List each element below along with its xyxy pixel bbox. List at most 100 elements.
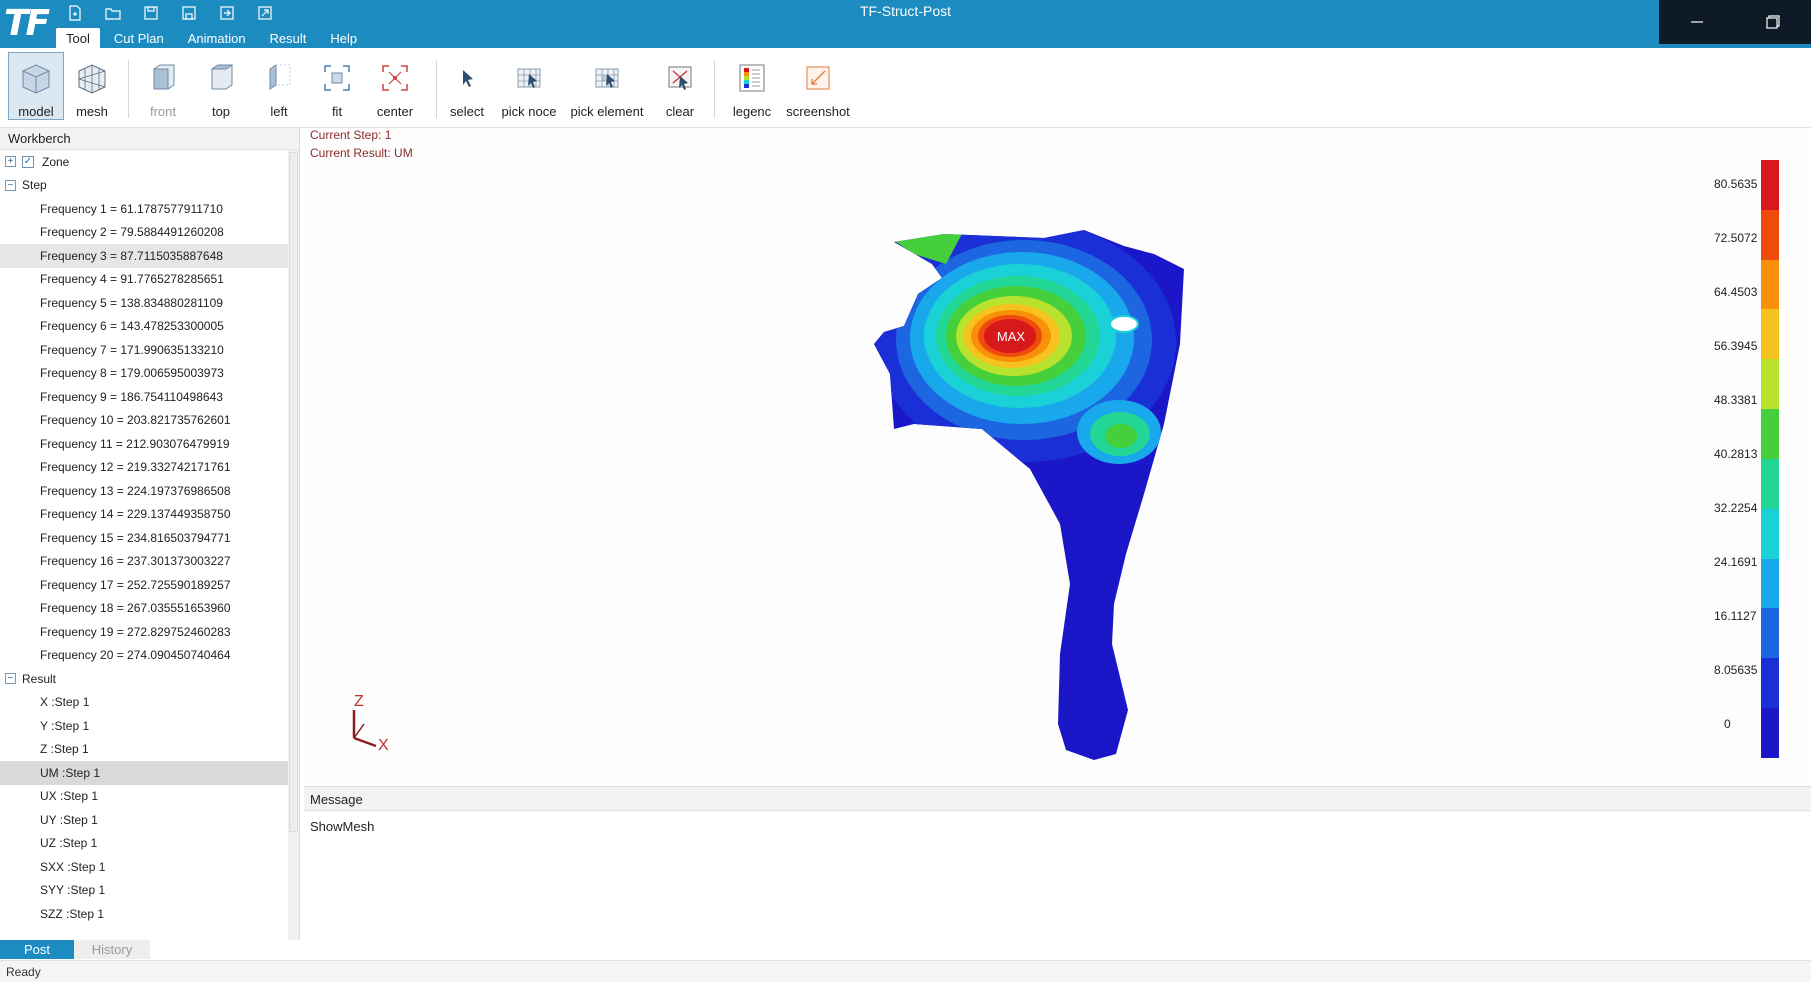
current-result-label: Current Result: UM (310, 146, 413, 160)
fender-contour-model[interactable]: MAX (854, 224, 1274, 764)
tab-result[interactable]: Result (260, 28, 317, 48)
window-title: TF-Struct-Post (859, 3, 951, 19)
workbench-tree: + ✓ Zone − Step Frequency 1 = 61.1787577… (0, 150, 288, 940)
frequency-item[interactable]: Frequency 18 = 267.035551653960 (0, 597, 288, 621)
result-item[interactable]: UY :Step 1 (0, 808, 288, 832)
legend-color-segment (1761, 359, 1779, 410)
result-item[interactable]: SZZ :Step 1 (0, 902, 288, 926)
result-item[interactable]: X :Step 1 (0, 691, 288, 715)
current-step-label: Current Step: 1 (310, 128, 392, 142)
frequency-item[interactable]: Frequency 15 = 234.816503794771 (0, 526, 288, 550)
cursor-arrow-icon (447, 58, 487, 98)
legend-color-segment (1761, 458, 1779, 509)
frequency-item[interactable]: Frequency 9 = 186.754110498643 (0, 385, 288, 409)
window-controls (1659, 0, 1811, 44)
status-bar: Ready (0, 960, 1811, 982)
result-item[interactable]: SYY :Step 1 (0, 879, 288, 903)
message-panel: Message ShowMesh (304, 786, 1811, 940)
separator (714, 60, 715, 118)
frequency-item[interactable]: Frequency 12 = 219.332742171761 (0, 456, 288, 480)
frequency-item[interactable]: Frequency 1 = 61.1787577911710 (0, 197, 288, 221)
fit-icon (317, 58, 357, 98)
expand-plus-icon[interactable]: + (5, 156, 16, 168)
result-item[interactable]: Y :Step 1 (0, 714, 288, 738)
frequency-item[interactable]: Frequency 5 = 138.834880281109 (0, 291, 288, 315)
legend-color-segment (1761, 558, 1779, 609)
axis-triad: Z X (352, 693, 389, 754)
tab-animation[interactable]: Animation (178, 28, 256, 48)
legend-value-label: 40.2813 (1714, 447, 1758, 461)
legend-value-label: 24.1691 (1714, 555, 1758, 569)
tree-node-result[interactable]: − Result (0, 667, 288, 691)
tab-history[interactable]: History (74, 940, 150, 959)
left-view-icon (259, 58, 299, 98)
minimize-button[interactable] (1659, 0, 1735, 44)
frequency-item[interactable]: Frequency 17 = 252.725590189257 (0, 573, 288, 597)
frequency-item[interactable]: Frequency 7 = 171.990635133210 (0, 338, 288, 362)
screenshot-icon (798, 58, 838, 98)
frequency-item[interactable]: Frequency 8 = 179.006595003973 (0, 362, 288, 386)
tree-node-step[interactable]: − Step (0, 174, 288, 198)
pick-element-icon (587, 58, 627, 98)
tree-scrollbar[interactable] (288, 150, 299, 940)
model-icon (16, 58, 56, 98)
tab-post[interactable]: Post (0, 940, 74, 959)
frequency-item[interactable]: Frequency 11 = 212.903076479919 (0, 432, 288, 456)
max-marker-label: MAX (997, 329, 1026, 344)
collapse-minus-icon[interactable]: − (5, 179, 16, 191)
legend-color-segment (1761, 209, 1779, 260)
tab-help[interactable]: Help (320, 28, 367, 48)
message-text: ShowMesh (310, 819, 375, 834)
frequency-item[interactable]: Frequency 16 = 237.301373003227 (0, 550, 288, 574)
mesh-icon (72, 58, 112, 98)
svg-text:X: X (378, 737, 389, 754)
frequency-item[interactable]: Frequency 13 = 224.197376986508 (0, 479, 288, 503)
result-item[interactable]: Z :Step 1 (0, 738, 288, 762)
frequency-item[interactable]: Frequency 2 = 79.5884491260208 (0, 221, 288, 245)
result-item[interactable]: UX :Step 1 (0, 785, 288, 809)
separator (436, 60, 437, 118)
legend-color-segment (1761, 309, 1779, 360)
frequency-item[interactable]: Frequency 20 = 274.090450740464 (0, 644, 288, 668)
legend-icon (732, 58, 772, 98)
message-header: Message (304, 787, 1811, 811)
result-item[interactable]: UZ :Step 1 (0, 832, 288, 856)
legend-value-label: 64.4503 (1714, 285, 1758, 299)
separator (128, 60, 129, 118)
model-button[interactable]: model (8, 52, 64, 120)
restore-button[interactable] (1735, 0, 1811, 44)
center-icon (375, 58, 415, 98)
3d-viewport[interactable]: Current Step: 1 Current Result: UM MAX Z… (304, 128, 1811, 784)
frequency-item[interactable]: Frequency 3 = 87.7115035887648 (0, 244, 288, 268)
legend-color-segment (1761, 409, 1779, 459)
front-view-icon (143, 58, 183, 98)
svg-text:Z: Z (354, 693, 364, 710)
workbench-panel: Workberch + ✓ Zone − Step Frequency 1 = … (0, 128, 300, 940)
result-item-selected[interactable]: UM :Step 1 (0, 761, 288, 785)
collapse-minus-icon[interactable]: − (5, 673, 16, 685)
frequency-item[interactable]: Frequency 10 = 203.821735762601 (0, 409, 288, 433)
clear-icon (660, 58, 700, 98)
frequency-item[interactable]: Frequency 4 = 91.7765278285651 (0, 268, 288, 292)
legend-value-label: 72.5072 (1714, 231, 1758, 245)
legend-value-label: 56.3945 (1714, 339, 1758, 353)
color-legend-bar (1761, 160, 1779, 758)
workbench-header: Workberch (0, 128, 299, 150)
legend-color-segment (1761, 508, 1779, 559)
result-item[interactable]: SXX :Step 1 (0, 855, 288, 879)
tab-cut-plan[interactable]: Cut Plan (104, 28, 174, 48)
bottom-tabs: Post History (0, 940, 150, 959)
legend-color-segment (1761, 608, 1779, 659)
tab-tool[interactable]: Tool (56, 28, 100, 48)
tree-node-zone[interactable]: + ✓ Zone (0, 150, 288, 174)
frequency-item[interactable]: Frequency 6 = 143.478253300005 (0, 315, 288, 339)
legend-value-label: 32.2254 (1714, 501, 1758, 515)
ribbon-toolbar: model mesh front top left fit center sel… (0, 48, 1811, 128)
frequency-item[interactable]: Frequency 14 = 229.137449358750 (0, 503, 288, 527)
frequency-item[interactable]: Frequency 19 = 272.829752460283 (0, 620, 288, 644)
legend-value-label: 80.5635 (1714, 177, 1758, 191)
scrollbar-thumb[interactable] (289, 152, 298, 832)
top-view-icon (201, 58, 241, 98)
checkbox-checked-icon[interactable]: ✓ (22, 155, 34, 168)
legend-value-label: 16.1127 (1714, 609, 1757, 623)
